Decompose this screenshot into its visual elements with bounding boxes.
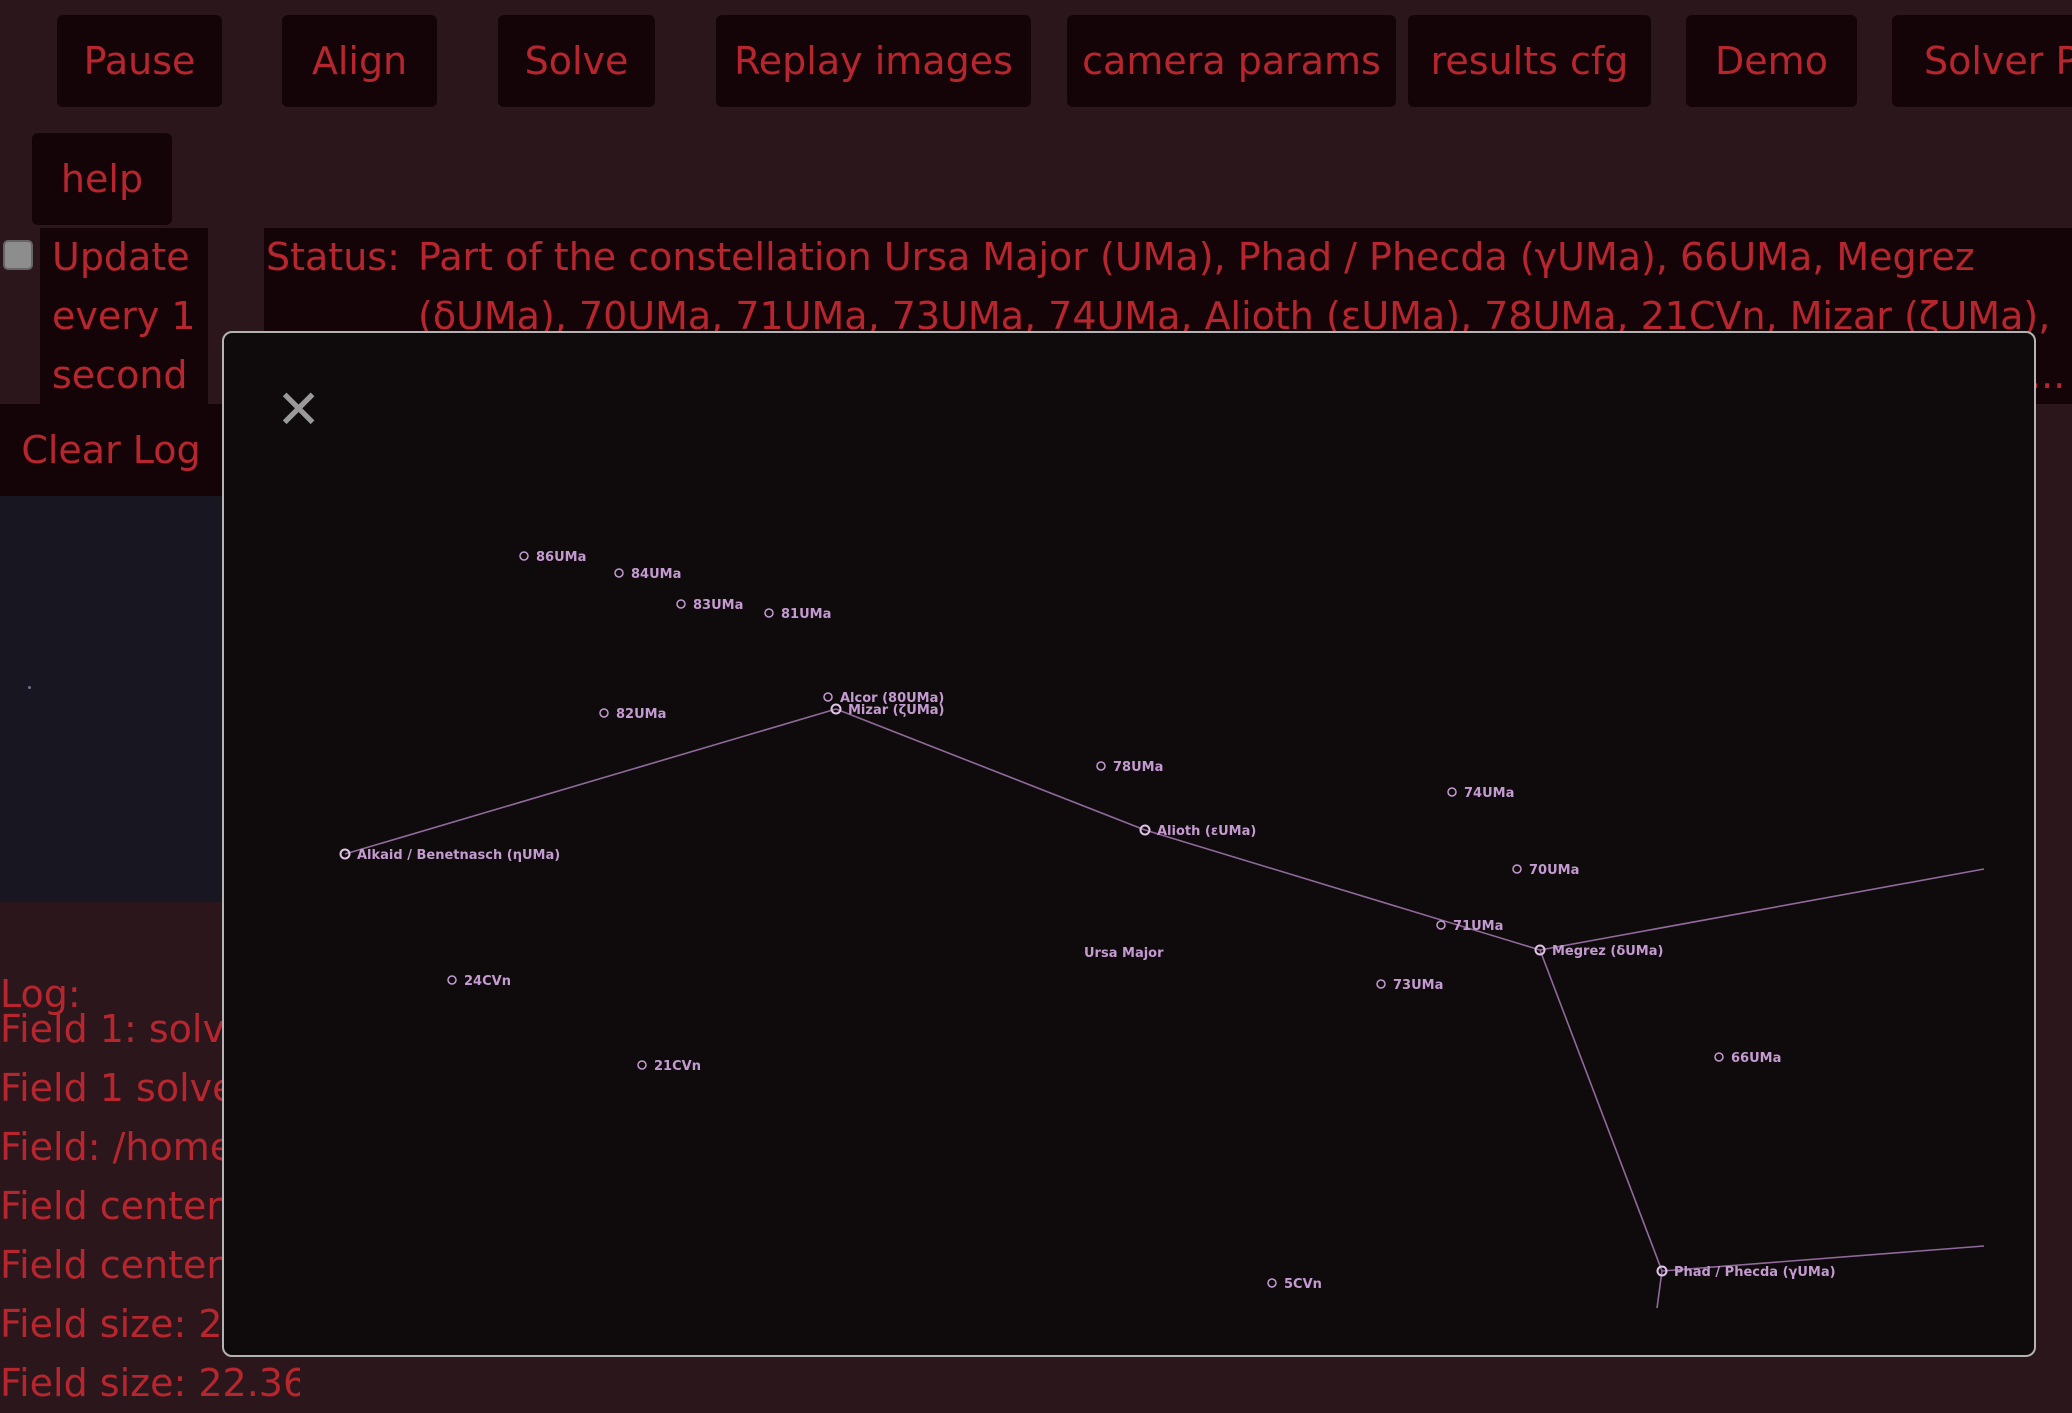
star-label: 86UMa xyxy=(536,550,586,565)
clear-log-button[interactable]: Clear Log xyxy=(0,404,222,496)
star-marker xyxy=(447,975,457,985)
star-marker xyxy=(1436,920,1446,930)
replay-images-button[interactable]: Replay images xyxy=(716,15,1031,107)
star-label: Alioth (εUMa) xyxy=(1157,824,1256,839)
star-marker xyxy=(1447,787,1457,797)
star-label: 24CVn xyxy=(464,974,511,989)
star-marker xyxy=(1512,864,1522,874)
constellation-modal: ✕ 86UMa 84UMa 83UMa 81UMa Alcor (80UMa) Mizar… xyxy=(222,331,2036,1357)
star-label: 78UMa xyxy=(1113,760,1163,775)
star-marker xyxy=(676,599,686,609)
star-marker xyxy=(1096,761,1106,771)
constellation-line xyxy=(344,708,837,855)
star-label: 66UMa xyxy=(1731,1051,1781,1066)
star-marker xyxy=(823,692,833,702)
solve-button[interactable]: Solve xyxy=(498,15,655,107)
star-label: 21CVn xyxy=(654,1059,701,1074)
help-button[interactable]: help xyxy=(32,133,172,225)
star-marker xyxy=(764,608,774,618)
star-label: Alkaid / Benetnasch (ηUMa) xyxy=(357,848,560,863)
constellation-line xyxy=(1539,949,1663,1272)
align-button[interactable]: Align xyxy=(282,15,437,107)
star-label: 83UMa xyxy=(693,598,743,613)
star-label: 81UMa xyxy=(781,607,831,622)
star-label: Phad / Phecda (γUMa) xyxy=(1674,1265,1836,1280)
star-label: Megrez (δUMa) xyxy=(1552,944,1663,959)
star-label: 70UMa xyxy=(1529,863,1579,878)
star-label: 84UMa xyxy=(631,567,681,582)
sky-image-preview xyxy=(0,496,222,902)
constellation-name-label: Ursa Major xyxy=(1084,946,1164,961)
star-label: Mizar (ζUMa) xyxy=(848,703,945,718)
star-marker xyxy=(614,568,624,578)
solver-params-button[interactable]: Solver Pa xyxy=(1892,15,2072,107)
star-marker xyxy=(637,1060,647,1070)
star-marker xyxy=(599,708,609,718)
star-marker xyxy=(1267,1278,1277,1288)
star-dot xyxy=(28,686,31,689)
toolbar: Pause Align Solve Replay images camera p… xyxy=(0,0,2072,120)
star-label: 5CVn xyxy=(1284,1277,1322,1292)
pause-button[interactable]: Pause xyxy=(57,15,222,107)
demo-button[interactable]: Demo xyxy=(1686,15,1857,107)
constellation-line-offscreen xyxy=(1539,868,1985,951)
star-label: 73UMa xyxy=(1393,978,1443,993)
update-checkbox[interactable] xyxy=(3,240,33,270)
star-label: 82UMa xyxy=(616,707,666,722)
constellation-chart: 86UMa84UMa83UMa81UMaAlcor (80UMa)Mizar (… xyxy=(339,550,1985,1309)
status-label: Status: xyxy=(266,235,400,279)
star-marker xyxy=(1714,1052,1724,1062)
results-cfg-button[interactable]: results cfg xyxy=(1408,15,1651,107)
update-checkbox-label: Update every 1 second xyxy=(40,228,208,406)
star-marker xyxy=(519,551,529,561)
constellation-line-offscreen xyxy=(1656,1270,1663,1309)
camera-params-button[interactable]: camera params xyxy=(1067,15,1396,107)
star-marker xyxy=(1376,979,1386,989)
star-label: 74UMa xyxy=(1464,786,1514,801)
star-label: 71UMa xyxy=(1453,919,1503,934)
log-line: Field size: 22.3611 x 11.2950 d xyxy=(0,1361,300,1405)
